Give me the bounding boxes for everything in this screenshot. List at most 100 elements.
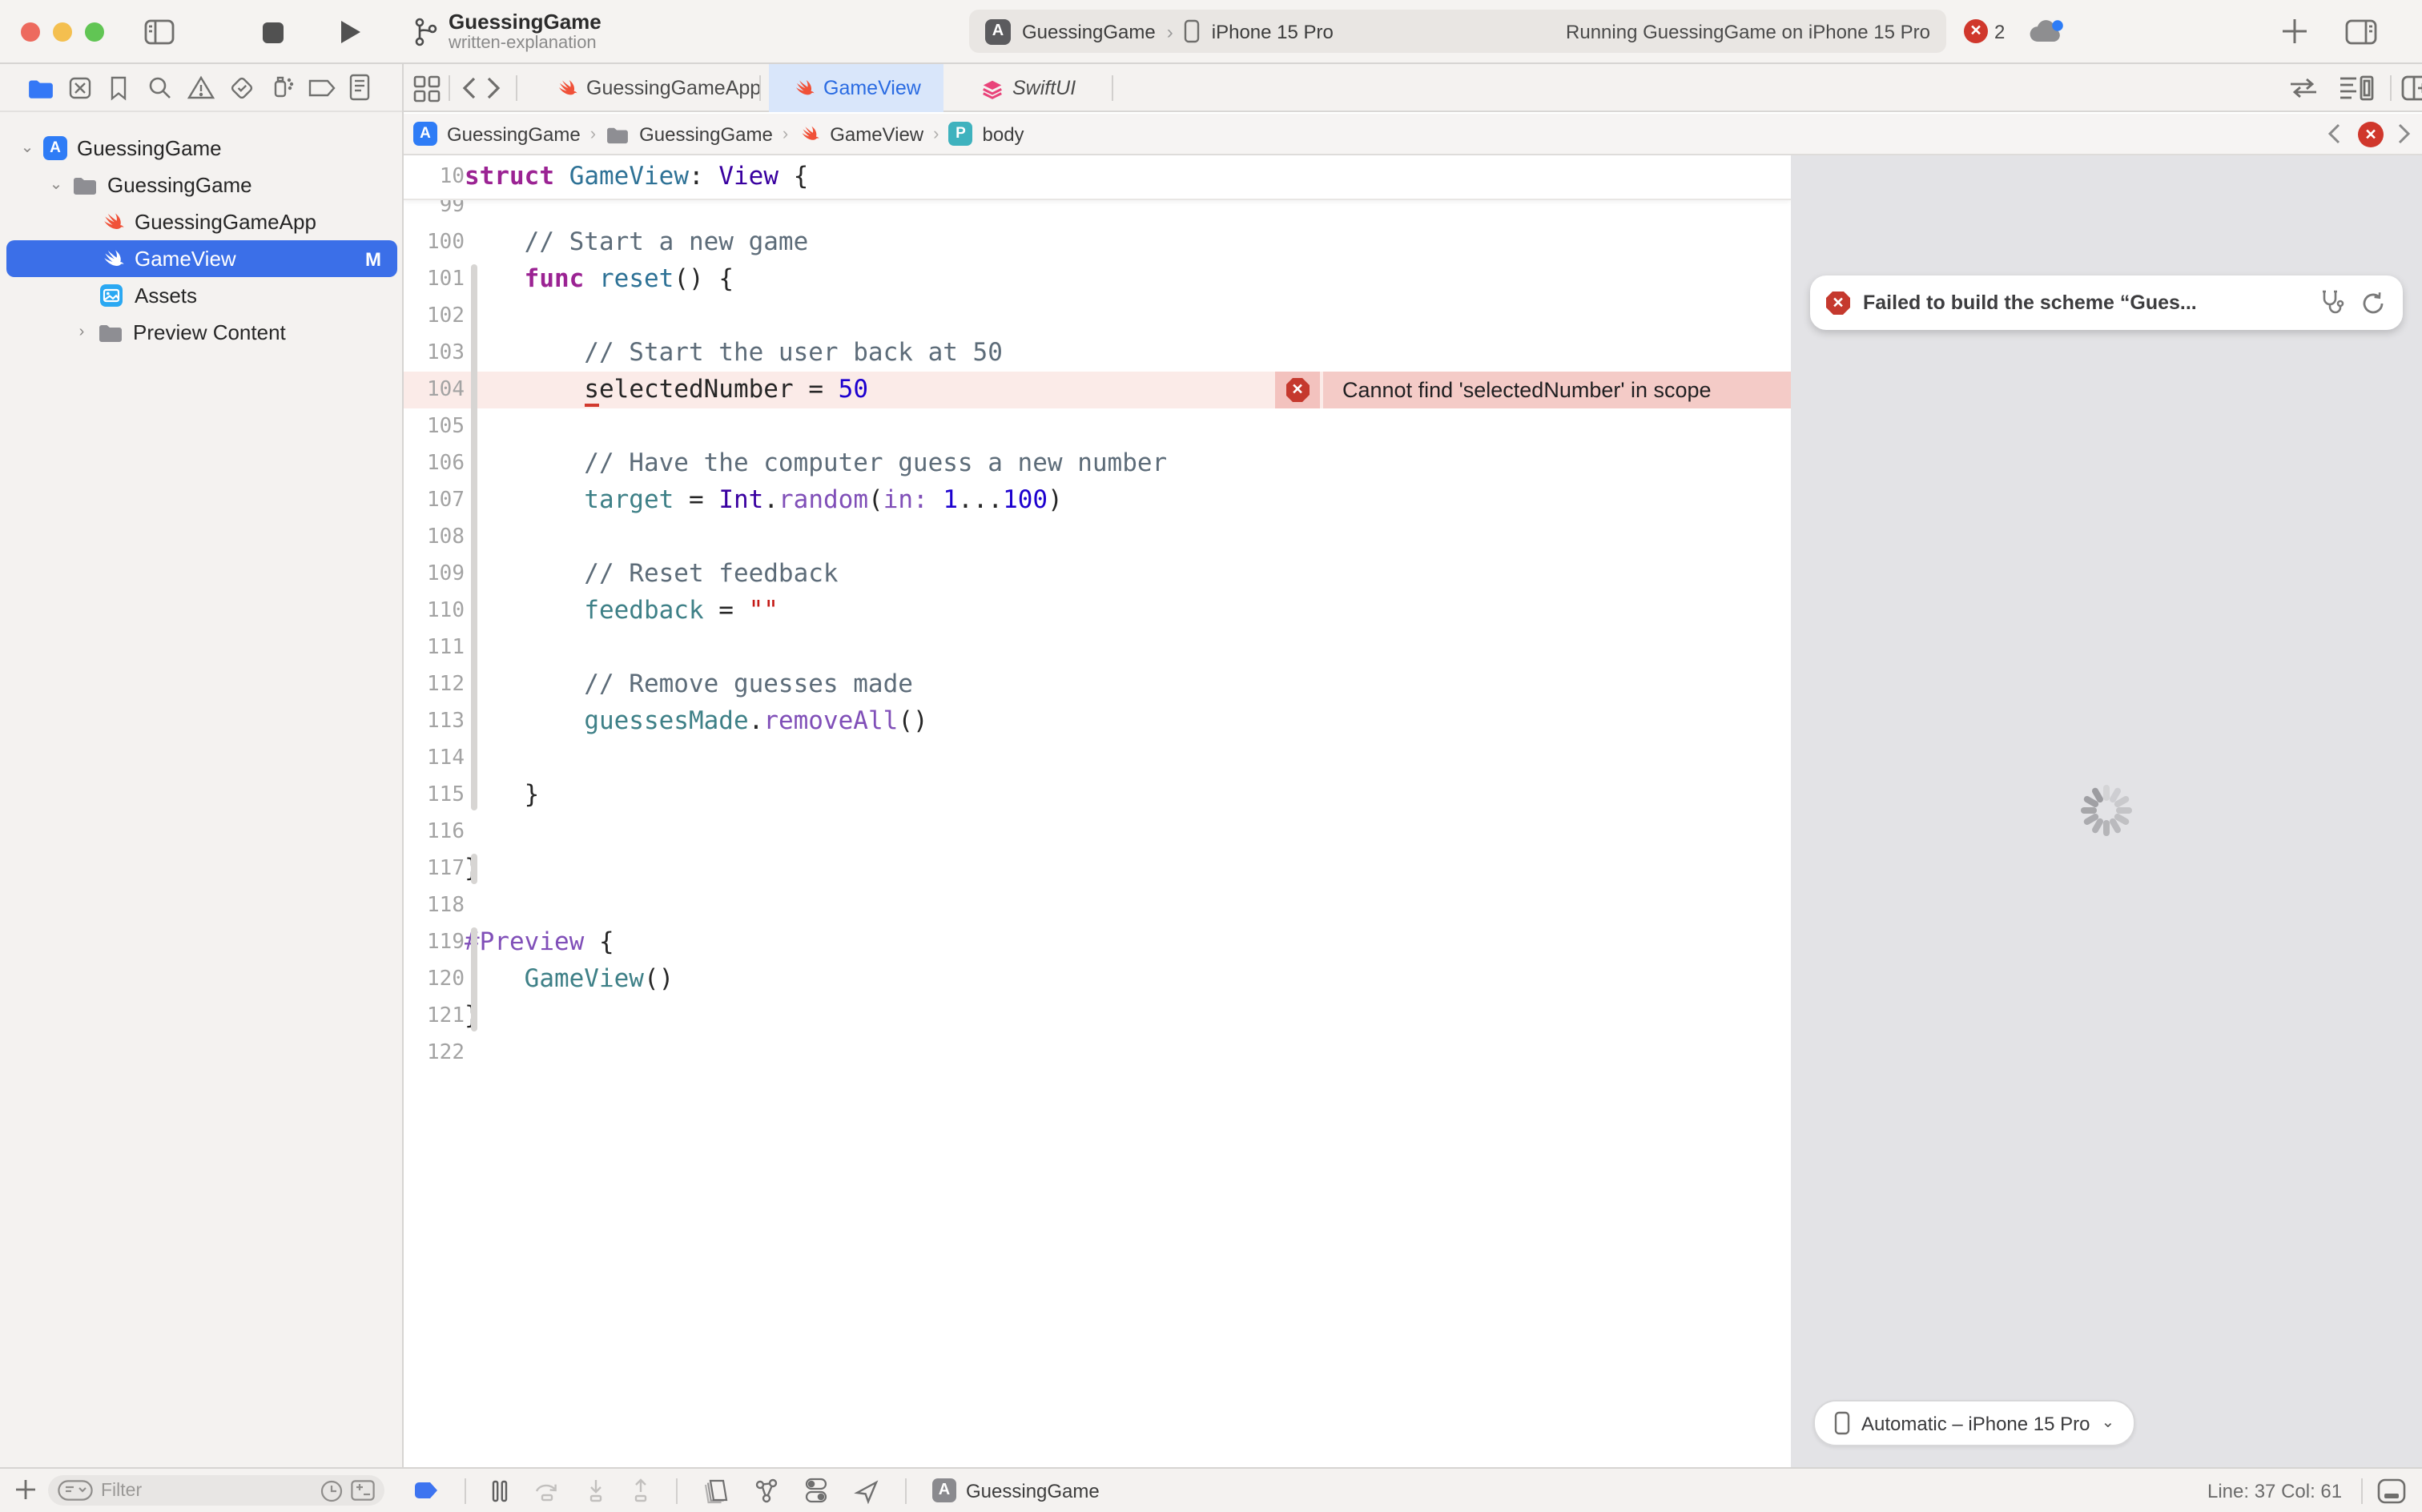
- line-number[interactable]: 109: [404, 562, 465, 586]
- code-line-119[interactable]: 119#Preview {: [404, 924, 1791, 961]
- step-out-icon[interactable]: [631, 1478, 650, 1502]
- add-editor-icon[interactable]: [2401, 75, 2422, 101]
- line-number[interactable]: 110: [404, 599, 465, 623]
- sticky-declaration-line[interactable]: 10 struct GameView: View {: [404, 155, 1791, 199]
- line-number[interactable]: 111: [404, 636, 465, 660]
- memory-graph-icon[interactable]: [754, 1478, 778, 1503]
- toggle-debug-area-icon[interactable]: [2377, 1478, 2406, 1504]
- minimize-window-button[interactable]: [53, 22, 72, 42]
- breadcrumb-group[interactable]: GuessingGame: [639, 123, 773, 145]
- code-line-100[interactable]: 100 // Start a new game: [404, 224, 1791, 261]
- code-line-109[interactable]: 109 // Reset feedback: [404, 556, 1791, 593]
- view-hierarchy-icon[interactable]: [703, 1478, 729, 1503]
- code-line-112[interactable]: 112 // Remove guesses made: [404, 666, 1791, 703]
- editor-grid-icon[interactable]: [413, 75, 441, 103]
- preview-device-button[interactable]: Automatic – iPhone 15 Pro ⌄: [1813, 1400, 2135, 1446]
- next-issue-icon[interactable]: [2398, 123, 2411, 144]
- line-number[interactable]: 112: [404, 673, 465, 697]
- line-number[interactable]: 117: [404, 857, 465, 881]
- refresh-preview-icon[interactable]: [2360, 289, 2387, 316]
- line-number[interactable]: 119: [404, 931, 465, 955]
- disclosure-closed-icon[interactable]: ›: [74, 324, 90, 341]
- code-line-101[interactable]: 101 func reset() {: [404, 261, 1791, 298]
- code-line-104[interactable]: 104 selectedNumber = 50✕Cannot find 'sel…: [404, 372, 1791, 408]
- code-line-122[interactable]: 122: [404, 1035, 1791, 1072]
- zoom-window-button[interactable]: [85, 22, 104, 42]
- line-number[interactable]: 102: [404, 304, 465, 328]
- line-number[interactable]: 105: [404, 415, 465, 439]
- issue-navigator-icon[interactable]: [187, 75, 215, 101]
- line-number[interactable]: 116: [404, 820, 465, 844]
- line-number[interactable]: 106: [404, 452, 465, 476]
- line-number[interactable]: 100: [404, 231, 465, 255]
- code-line-116[interactable]: 116: [404, 814, 1791, 850]
- sidebar-item-assets[interactable]: Assets: [6, 277, 397, 314]
- line-number[interactable]: 115: [404, 783, 465, 807]
- breakpoints-toggle-icon[interactable]: [413, 1482, 439, 1499]
- step-over-icon[interactable]: [533, 1479, 561, 1502]
- toggle-inspectors-icon[interactable]: [2345, 19, 2377, 45]
- code-line-106[interactable]: 106 // Have the computer guess a new num…: [404, 445, 1791, 482]
- code-line-113[interactable]: 113 guessesMade.removeAll(): [404, 703, 1791, 740]
- run-destination[interactable]: iPhone 15 Pro: [1212, 20, 1334, 42]
- run-button[interactable]: [340, 19, 362, 45]
- disclosure-open-icon[interactable]: ⌄: [48, 176, 64, 194]
- line-number[interactable]: 113: [404, 710, 465, 734]
- build-failed-banner[interactable]: ✕ Failed to build the scheme “Gues...: [1810, 275, 2403, 330]
- source-control-navigator-icon[interactable]: [67, 75, 93, 101]
- line-number[interactable]: 103: [404, 341, 465, 365]
- debug-navigator-icon[interactable]: [269, 74, 295, 101]
- code-line-121[interactable]: 121}: [404, 998, 1791, 1035]
- test-navigator-icon[interactable]: [229, 75, 255, 101]
- activity-status-bar[interactable]: A GuessingGame › iPhone 15 Pro Running G…: [969, 10, 1946, 53]
- line-number[interactable]: 118: [404, 894, 465, 918]
- current-issue-badge[interactable]: ✕: [2358, 122, 2384, 147]
- recent-clock-icon[interactable]: [320, 1479, 343, 1502]
- report-navigator-icon[interactable]: [349, 74, 370, 101]
- environment-overrides-icon[interactable]: [804, 1477, 828, 1504]
- sidebar-item-gameview[interactable]: GameView M: [6, 240, 397, 277]
- scheme-name[interactable]: GuessingGame: [1022, 20, 1156, 42]
- code-line-111[interactable]: 111: [404, 629, 1791, 666]
- line-number[interactable]: 101: [404, 267, 465, 292]
- source-editor[interactable]: 99100 // Start a new game101 func reset(…: [404, 155, 1791, 1467]
- diagnostics-icon[interactable]: [2318, 288, 2347, 317]
- code-line-110[interactable]: 110 feedback = "": [404, 593, 1791, 629]
- cloud-status-icon[interactable]: [2028, 18, 2066, 46]
- minimap-icon[interactable]: [2339, 75, 2374, 101]
- pause-icon[interactable]: [492, 1479, 508, 1502]
- project-navigator-icon[interactable]: [27, 77, 54, 99]
- line-number[interactable]: 114: [404, 746, 465, 770]
- toggle-navigator-icon[interactable]: [144, 19, 175, 45]
- issue-count[interactable]: ✕ 2: [1964, 19, 2005, 43]
- tab-guessinggameapp[interactable]: GuessingGameApp: [532, 64, 783, 112]
- close-window-button[interactable]: [21, 22, 40, 42]
- code-line-120[interactable]: 120 GameView(): [404, 961, 1791, 998]
- add-button[interactable]: [2281, 18, 2308, 45]
- sidebar-item-guessinggameapp[interactable]: GuessingGameApp: [6, 203, 397, 240]
- breadcrumb-symbol[interactable]: body: [983, 123, 1024, 145]
- breakpoint-navigator-icon[interactable]: [308, 78, 336, 98]
- code-line-102[interactable]: 102: [404, 298, 1791, 335]
- add-filter-button[interactable]: [14, 1478, 37, 1501]
- breadcrumb-project[interactable]: GuessingGame: [447, 123, 581, 145]
- code-line-115[interactable]: 115 }: [404, 777, 1791, 814]
- running-process[interactable]: A GuessingGame: [932, 1478, 1100, 1502]
- code-review-icon[interactable]: [2287, 77, 2319, 99]
- line-number[interactable]: 104: [404, 378, 465, 402]
- step-into-icon[interactable]: [586, 1478, 606, 1502]
- line-number[interactable]: 121: [404, 1004, 465, 1028]
- sidebar-item-preview-content[interactable]: › Preview Content: [6, 314, 397, 351]
- code-line-107[interactable]: 107 target = Int.random(in: 1...100): [404, 482, 1791, 519]
- code-line-118[interactable]: 118: [404, 887, 1791, 924]
- line-number[interactable]: 120: [404, 967, 465, 991]
- plus-minus-icon[interactable]: [351, 1480, 375, 1501]
- code-line-108[interactable]: 108: [404, 519, 1791, 556]
- code-line-103[interactable]: 103 // Start the user back at 50: [404, 335, 1791, 372]
- previous-issue-icon[interactable]: [2327, 123, 2340, 144]
- stop-button[interactable]: [263, 22, 284, 43]
- line-number[interactable]: 122: [404, 1041, 465, 1065]
- inline-error-annotation[interactable]: ✕Cannot find 'selectedNumber' in scope: [1275, 372, 1791, 408]
- code-line-105[interactable]: 105: [404, 408, 1791, 445]
- line-number[interactable]: 107: [404, 489, 465, 513]
